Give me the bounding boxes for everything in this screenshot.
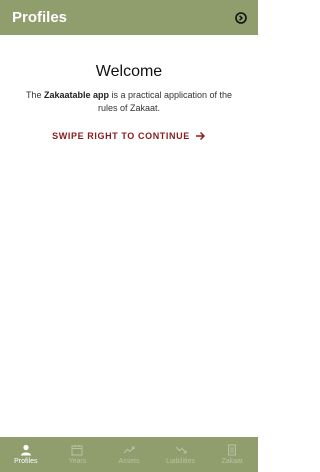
- welcome-title: Welcome: [95, 63, 163, 80]
- nav-label-profiles: Profiles: [14, 458, 38, 465]
- nav-item-zakaat[interactable]: Zakaat: [206, 437, 258, 472]
- welcome-text-prefix: The: [25, 90, 44, 100]
- bottom-navigation: Profiles Years Assets Liabilities Zakaat: [0, 437, 258, 472]
- trending-up-icon: [123, 446, 135, 454]
- nav-label-assets: Assets: [118, 458, 140, 465]
- nav-item-assets[interactable]: Assets: [103, 437, 155, 472]
- app-title: Profiles: [12, 9, 68, 26]
- swipe-label: SWIPE RIGHT TO CONTINUE: [52, 131, 190, 141]
- settings-icon[interactable]: [234, 11, 248, 25]
- app-bar: Profiles: [0, 0, 258, 35]
- welcome-page[interactable]: Welcome The Zakaatable app is a practica…: [0, 35, 258, 437]
- arrow-right-icon: [195, 132, 205, 140]
- swipe-hint[interactable]: SWIPE RIGHT TO CONTINUE: [0, 131, 258, 141]
- app-name: Zakaatable app: [43, 90, 109, 100]
- document-icon: [228, 444, 237, 456]
- welcome-description: The Zakaatable app is a practical applic…: [24, 89, 234, 115]
- nav-item-liabilities[interactable]: Liabilities: [155, 437, 207, 472]
- nav-item-profiles[interactable]: Profiles: [0, 437, 52, 472]
- calendar-icon: [71, 445, 83, 456]
- welcome-text-suffix: is a practical application of the rules …: [97, 90, 233, 113]
- nav-item-years[interactable]: Years: [52, 437, 104, 472]
- nav-label-years: Years: [68, 458, 87, 465]
- nav-label-liabilities: Liabilities: [166, 458, 195, 465]
- nav-label-zakaat: Zakaat: [221, 458, 243, 465]
- person-icon: [20, 444, 31, 456]
- trending-down-icon: [175, 446, 187, 454]
